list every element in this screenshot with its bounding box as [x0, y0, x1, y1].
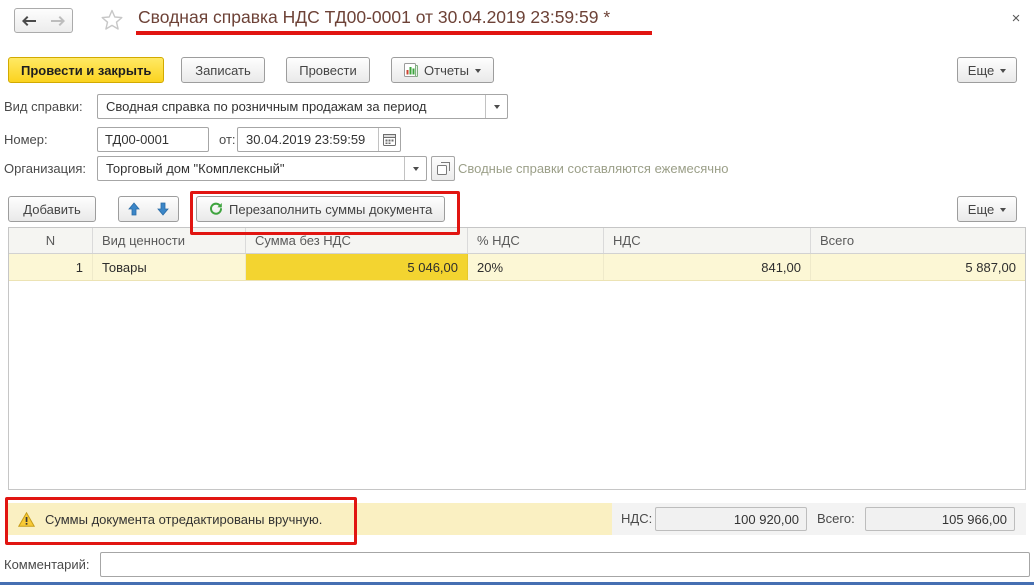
col-header-sum[interactable]: Сумма без НДС: [246, 228, 468, 253]
save-button[interactable]: Записать: [181, 57, 265, 83]
table-row[interactable]: 1 Товары 5 046,00 20% 841,00 5 887,00: [9, 254, 1025, 281]
page-title: Сводная справка НДС ТД00-0001 от 30.04.2…: [138, 7, 611, 27]
more-button-top[interactable]: Еще: [957, 57, 1017, 83]
post-and-close-button[interactable]: Провести и закрыть: [8, 57, 165, 83]
date-input-value: 30.04.2019 23:59:59: [246, 132, 366, 147]
row-cell-n[interactable]: 1: [9, 254, 93, 280]
warning-strip: Суммы документа отредактированы вручную.: [8, 503, 612, 535]
warning-text: Суммы документа отредактированы вручную.: [45, 511, 323, 527]
organization-open-button[interactable]: [431, 156, 455, 181]
refresh-icon: [210, 202, 222, 215]
organization-select-arrow[interactable]: [404, 157, 426, 180]
move-down-button[interactable]: [148, 196, 179, 222]
kind-select-value: Сводная справка по розничным продажам за…: [106, 99, 427, 114]
favorite-star-icon[interactable]: [100, 8, 124, 32]
row-cell-sum-selected[interactable]: 5 046,00: [246, 254, 468, 280]
organization-select-value: Торговый дом "Комплексный": [106, 161, 285, 176]
row-cell-total[interactable]: 5 887,00: [811, 254, 1025, 280]
close-icon[interactable]: ×: [1005, 7, 1027, 29]
items-table: N Вид ценности Сумма без НДС % НДС НДС В…: [8, 227, 1026, 490]
grand-total-field[interactable]: [865, 507, 1015, 531]
col-header-rate[interactable]: % НДС: [468, 228, 604, 253]
annotation-title-underline: [136, 31, 652, 35]
kind-select-arrow[interactable]: [485, 95, 507, 118]
save-label: Записать: [195, 62, 251, 78]
chevron-down-icon: [493, 105, 500, 109]
refill-sums-button[interactable]: Перезаполнить суммы документа: [196, 196, 446, 222]
warning-icon: [18, 511, 35, 527]
col-header-vat[interactable]: НДС: [604, 228, 811, 253]
forward-button[interactable]: [43, 8, 73, 33]
calendar-icon: [383, 134, 396, 146]
table-header-row: N Вид ценности Сумма без НДС % НДС НДС В…: [9, 228, 1025, 254]
open-form-icon: [436, 162, 450, 175]
post-and-close-label: Провести и закрыть: [21, 62, 152, 78]
row-cell-rate[interactable]: 20%: [468, 254, 604, 280]
add-row-label: Добавить: [23, 201, 81, 217]
comment-field-label: Комментарий:: [4, 557, 90, 572]
back-arrow-icon: [22, 15, 36, 26]
date-input[interactable]: 30.04.2019 23:59:59: [237, 127, 401, 152]
forward-arrow-icon: [50, 15, 65, 26]
chevron-down-icon: [474, 68, 481, 73]
organization-field-label: Организация:: [4, 161, 87, 176]
organization-select[interactable]: Торговый дом "Комплексный": [97, 156, 427, 181]
more-label: Еще: [967, 201, 995, 217]
vat-total-label: НДС:: [621, 511, 653, 526]
arrow-down-icon: [157, 202, 169, 216]
kind-select[interactable]: Сводная справка по розничным продажам за…: [97, 94, 508, 119]
date-field-label: от:: [219, 132, 236, 147]
reports-label: Отчеты: [424, 62, 469, 78]
col-header-total[interactable]: Всего: [811, 228, 1025, 253]
post-button[interactable]: Провести: [286, 57, 370, 83]
col-header-n[interactable]: N: [9, 228, 93, 253]
move-up-button[interactable]: [118, 196, 149, 222]
comment-input[interactable]: [100, 552, 1030, 577]
number-input[interactable]: [97, 127, 209, 152]
number-field-label: Номер:: [4, 132, 48, 147]
vat-total-field[interactable]: [655, 507, 807, 531]
organization-note: Сводные справки составляются ежемесячно: [458, 161, 729, 176]
refill-sums-label: Перезаполнить суммы документа: [229, 201, 433, 217]
back-button[interactable]: [14, 8, 44, 33]
more-label: Еще: [967, 62, 995, 78]
reports-button[interactable]: Отчеты: [391, 57, 494, 83]
document-form-window: Сводная справка НДС ТД00-0001 от 30.04.2…: [0, 0, 1034, 585]
more-button-table[interactable]: Еще: [957, 196, 1017, 222]
col-header-kind[interactable]: Вид ценности: [93, 228, 246, 253]
row-cell-kind[interactable]: Товары: [93, 254, 246, 280]
kind-field-label: Вид справки:: [4, 99, 83, 114]
post-label: Провести: [299, 62, 357, 78]
report-icon: [404, 63, 418, 77]
row-cell-vat[interactable]: 841,00: [604, 254, 811, 280]
add-row-button[interactable]: Добавить: [8, 196, 96, 222]
calendar-button[interactable]: [378, 128, 400, 151]
chevron-down-icon: [1000, 68, 1007, 73]
grand-total-label: Всего:: [817, 511, 855, 526]
arrow-up-icon: [127, 202, 140, 216]
chevron-down-icon: [1000, 207, 1007, 212]
chevron-down-icon: [412, 167, 419, 171]
